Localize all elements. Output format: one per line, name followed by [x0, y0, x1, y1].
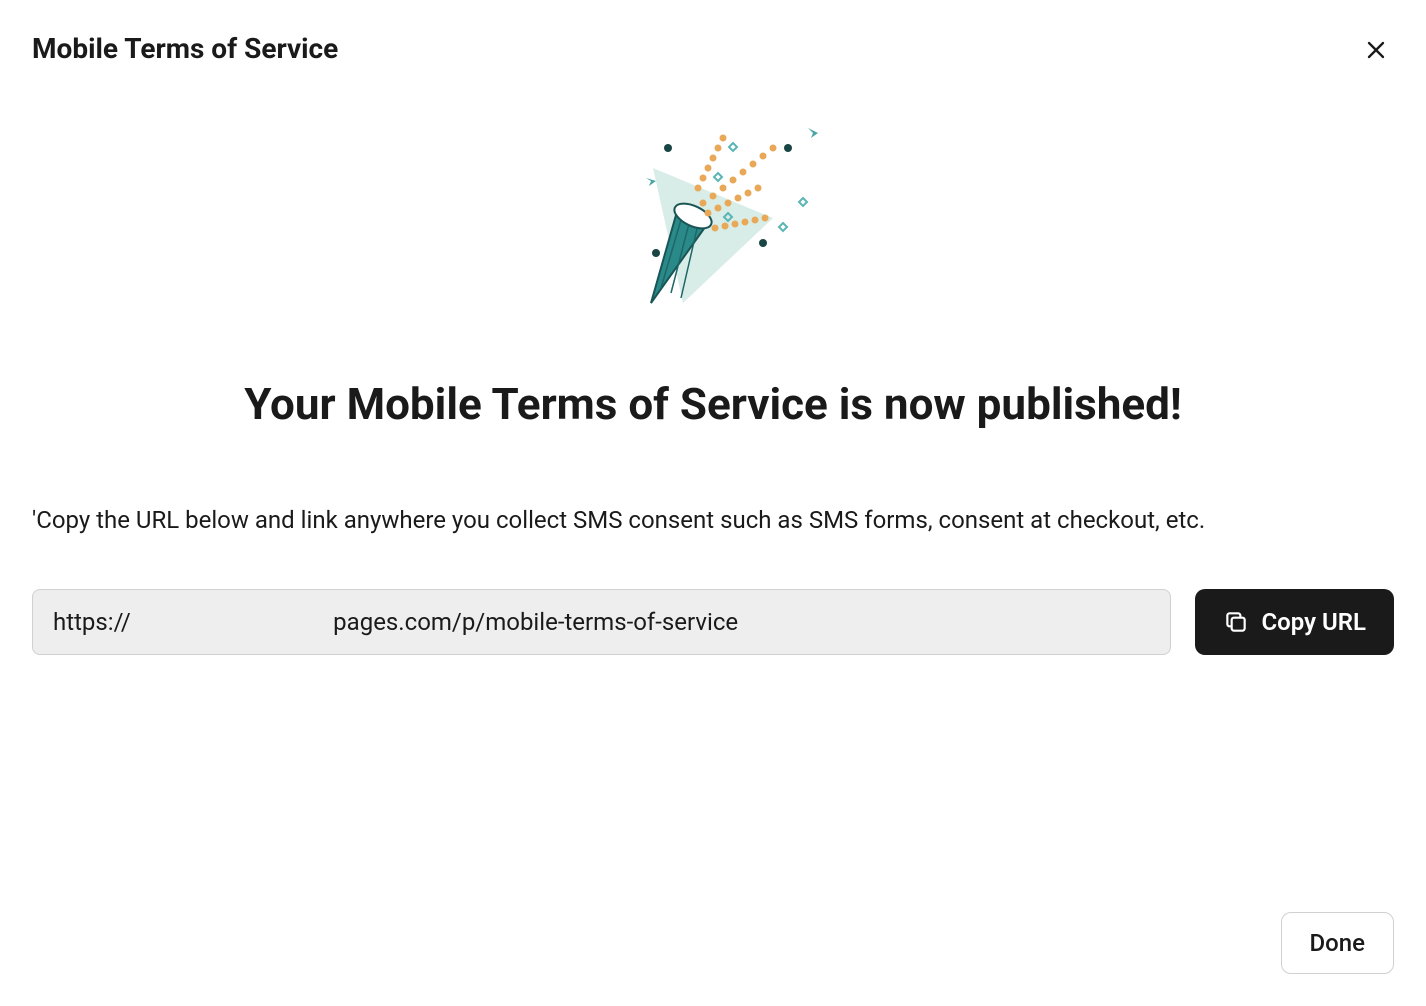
- description-text: 'Copy the URL below and link anywhere yo…: [32, 501, 1394, 539]
- done-button[interactable]: Done: [1281, 912, 1395, 974]
- modal-container: Mobile Terms of Service: [0, 0, 1426, 1006]
- copy-url-button[interactable]: Copy URL: [1195, 589, 1394, 655]
- modal-footer: Done: [32, 912, 1394, 974]
- close-button[interactable]: [1358, 32, 1394, 68]
- modal-header: Mobile Terms of Service: [32, 32, 1394, 68]
- published-heading: Your Mobile Terms of Service is now publ…: [32, 378, 1394, 431]
- copy-icon: [1223, 609, 1249, 635]
- copy-button-label: Copy URL: [1261, 608, 1366, 636]
- url-row: Copy URL: [32, 589, 1394, 655]
- url-input[interactable]: [32, 589, 1171, 655]
- party-popper-illustration: [603, 108, 823, 328]
- close-icon: [1362, 36, 1390, 64]
- modal-title: Mobile Terms of Service: [32, 32, 338, 65]
- illustration-container: [32, 108, 1394, 328]
